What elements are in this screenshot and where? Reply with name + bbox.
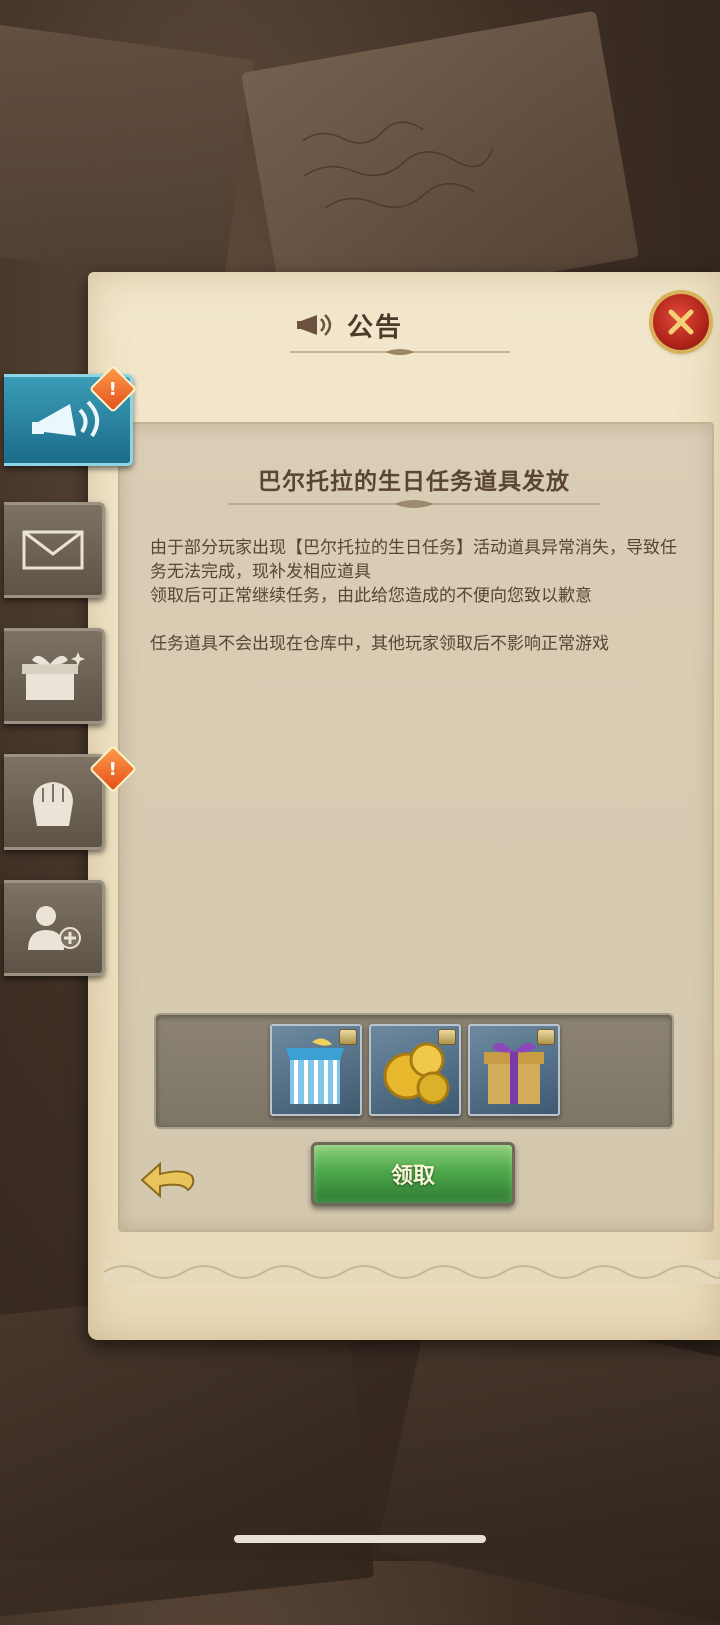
article-paragraph: 领取后可正常继续任务，由此给您造成的不便向您致以歉意: [150, 586, 592, 606]
background-paper: [376, 1295, 720, 1625]
fist-icon: [33, 782, 73, 826]
home-indicator[interactable]: [234, 1535, 486, 1543]
article-title-divider: [228, 500, 600, 508]
megaphone-title-icon: [296, 314, 332, 336]
title-divider: [290, 349, 510, 355]
claim-button[interactable]: 领取: [311, 1142, 515, 1206]
lock-icon: [438, 1029, 456, 1045]
article-title: 巴尔托拉的生日任务道具发放: [258, 469, 570, 495]
lock-icon: [537, 1029, 555, 1045]
tab-mail[interactable]: [4, 502, 105, 598]
megaphone-icon: [32, 400, 100, 438]
background-paper: [0, 21, 255, 289]
tab-friends[interactable]: [4, 880, 105, 976]
tab-gifts[interactable]: [4, 628, 105, 724]
panel-title-bar: 公告: [200, 300, 500, 350]
reward-item[interactable]: [270, 1024, 362, 1116]
close-x-icon: [668, 309, 694, 335]
reward-item[interactable]: [468, 1024, 560, 1116]
reward-item[interactable]: [369, 1024, 461, 1116]
article-paragraph: 任务道具不会出现在仓库中，其他玩家领取后不影响正常游戏: [150, 634, 609, 654]
add-friend-icon: [28, 906, 81, 950]
back-arrow-icon[interactable]: [138, 1150, 202, 1198]
panel-title: 公告: [346, 312, 403, 343]
panel-bottom-ornament: [104, 1260, 720, 1284]
close-button[interactable]: [653, 294, 709, 350]
article-paragraph: 由于部分玩家出现【巴尔托拉的生日任务】活动道具异常消失，导致任务无法完成，现补发…: [150, 538, 677, 582]
lock-icon: [339, 1029, 357, 1045]
gift-box-icon: [22, 652, 85, 700]
claim-button-label: 领取: [390, 1164, 435, 1189]
mail-icon: [22, 530, 84, 570]
article-body: 由于部分玩家出现【巴尔托拉的生日任务】活动道具异常消失，导致任务无法完成，现补发…: [150, 536, 680, 656]
